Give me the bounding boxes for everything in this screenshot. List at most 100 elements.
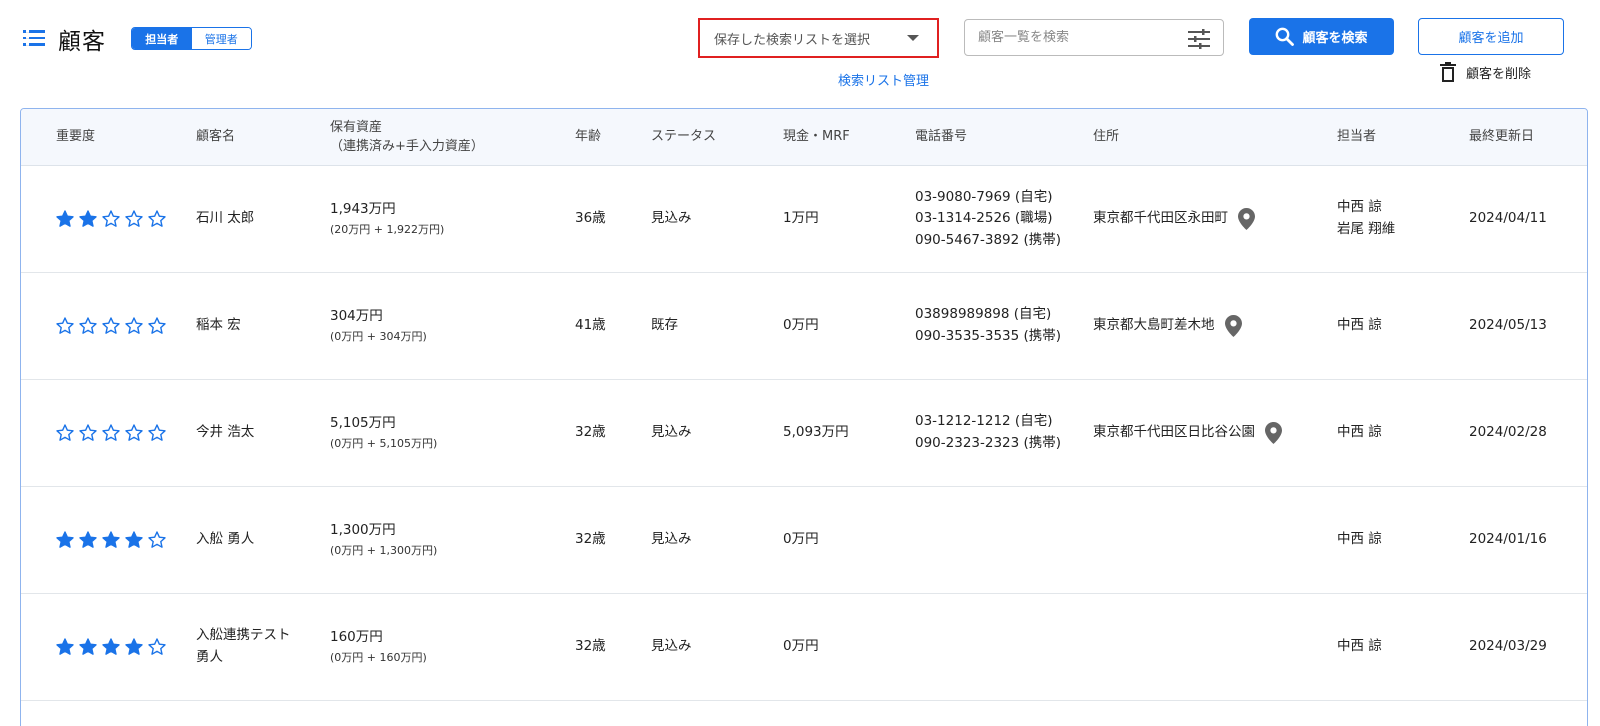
star-outline-icon[interactable] (79, 317, 97, 335)
updated-date-cell: 2024/01/16 (1469, 531, 1547, 548)
star-filled-icon[interactable] (102, 531, 120, 549)
table-row[interactable]: 入舩連携テスト 勇人 160万円 (0万円 + 160万円) 32歳 見込み 0… (21, 594, 1587, 701)
customer-name[interactable]: 今井 浩太 (196, 422, 304, 444)
star-outline-icon[interactable] (56, 317, 74, 335)
menu-list-icon[interactable] (23, 30, 45, 46)
star-outline-icon[interactable] (148, 531, 166, 549)
star-outline-icon[interactable] (148, 638, 166, 656)
cash-cell: 0万円 (783, 317, 819, 334)
assets-cell: 5,105万円 (0万円 + 5,105万円) (330, 380, 437, 486)
table-row[interactable]: 稲本 宏 304万円 (0万円 + 304万円) 41歳 既存 0万円 0389… (21, 273, 1587, 380)
staff-cell: 中西 諒 (1337, 273, 1382, 379)
age-cell: 41歳 (575, 317, 606, 334)
star-outline-icon[interactable] (56, 424, 74, 442)
cash-cell: 5,093万円 (783, 424, 849, 441)
star-outline-icon[interactable] (125, 210, 143, 228)
updated-date-cell: 2024/03/29 (1469, 638, 1547, 655)
importance-stars[interactable] (56, 317, 166, 335)
cash-cell: 0万円 (783, 638, 819, 655)
column-header-age[interactable]: 年齢 (575, 109, 601, 166)
column-header-staff[interactable]: 担当者 (1337, 109, 1376, 166)
table-row[interactable]: 今井 浩太 5,105万円 (0万円 + 5,105万円) 32歳 見込み 5,… (21, 380, 1587, 487)
customer-name[interactable]: 石川 太郎 (196, 208, 304, 230)
search-customer-label: 顧客を検索 (1302, 31, 1368, 46)
search-customer-button[interactable]: 顧客を検索 (1249, 18, 1394, 55)
search-list-manage-link[interactable]: 検索リスト管理 (838, 70, 929, 89)
importance-stars[interactable] (56, 531, 166, 549)
column-header-phone[interactable]: 電話番号 (915, 109, 967, 166)
star-outline-icon[interactable] (125, 424, 143, 442)
age-cell: 32歳 (575, 424, 606, 441)
role-option-admin[interactable]: 管理者 (191, 28, 251, 49)
column-header-name[interactable]: 顧客名 (196, 109, 235, 166)
importance-stars[interactable] (56, 424, 166, 442)
star-filled-icon[interactable] (79, 638, 97, 656)
map-pin-icon[interactable] (1265, 422, 1282, 444)
star-outline-icon[interactable] (125, 317, 143, 335)
column-header-importance[interactable]: 重要度 (56, 109, 95, 166)
staff-cell: 中西 諒 (1337, 594, 1382, 700)
role-option-staff[interactable]: 担当者 (132, 28, 192, 49)
delete-customer-label: 顧客を削除 (1466, 66, 1532, 82)
star-outline-icon[interactable] (102, 317, 120, 335)
age-cell: 36歳 (575, 210, 606, 227)
staff-cell: 中西 諒 (1337, 487, 1382, 593)
star-outline-icon[interactable] (102, 210, 120, 228)
address-cell: 東京都千代田区永田町 (1093, 166, 1255, 272)
column-header-assets[interactable]: 保有資産 （連携済み+手入力資産） (330, 109, 484, 166)
status-cell: 見込み (651, 638, 692, 655)
phone-number: 090-3535-3535 (携帯) (915, 328, 1062, 344)
age-cell: 32歳 (575, 531, 606, 548)
saved-search-list-select[interactable]: 保存した検索リストを選択 (698, 18, 939, 58)
map-pin-icon[interactable] (1238, 208, 1255, 230)
staff-name: 中西 諒 (1337, 199, 1382, 216)
staff-name: 中西 諒 (1337, 317, 1382, 334)
dropdown-caret-icon (907, 35, 919, 41)
customer-name[interactable]: 入舩 勇人 (196, 529, 304, 551)
star-filled-icon[interactable] (102, 638, 120, 656)
name-cell: 入舩連携テスト 勇人 (196, 594, 304, 700)
column-header-status[interactable]: ステータス (651, 109, 716, 166)
star-filled-icon[interactable] (125, 531, 143, 549)
table-row[interactable]: 石川 太郎 1,943万円 (20万円 + 1,922万円) 36歳 見込み 1… (21, 166, 1587, 273)
star-filled-icon[interactable] (125, 638, 143, 656)
star-filled-icon[interactable] (56, 531, 74, 549)
importance-stars[interactable] (56, 210, 166, 228)
add-customer-button[interactable]: 顧客を追加 (1418, 18, 1564, 55)
map-pin-icon[interactable] (1224, 315, 1242, 337)
assets-total: 5,105万円 (330, 415, 396, 432)
assets-cell: 1,300万円 (0万円 + 1,300万円) (330, 487, 437, 593)
importance-cell (56, 487, 166, 593)
customer-name[interactable]: 入舩連携テスト (196, 625, 304, 647)
address-cell: 東京都千代田区日比谷公園 (1093, 380, 1282, 486)
staff-name: 中西 諒 (1337, 424, 1382, 441)
customer-search-input[interactable] (978, 30, 1178, 45)
table-row[interactable]: 入舩 勇人 1,300万円 (0万円 + 1,300万円) 32歳 見込み 0万… (21, 487, 1587, 594)
staff-name: 岩尾 翔維 (1337, 221, 1396, 237)
column-header-updated[interactable]: 最終更新日 (1469, 109, 1534, 166)
importance-stars[interactable] (56, 638, 166, 656)
assets-total: 160万円 (330, 629, 383, 646)
delete-customer-button[interactable]: 顧客を削除 (1440, 60, 1531, 84)
customer-name[interactable]: 稲本 宏 (196, 315, 304, 337)
phone-number: 03-1212-1212 (自宅) (915, 413, 1053, 430)
column-header-address[interactable]: 住所 (1093, 109, 1119, 166)
customer-search-box[interactable] (964, 19, 1224, 56)
star-outline-icon[interactable] (79, 424, 97, 442)
star-filled-icon[interactable] (56, 210, 74, 228)
star-outline-icon[interactable] (148, 210, 166, 228)
phone-number: 03-9080-7969 (自宅) (915, 188, 1053, 205)
star-filled-icon[interactable] (79, 210, 97, 228)
star-filled-icon[interactable] (79, 531, 97, 549)
address-text: 東京都千代田区日比谷公園 (1093, 424, 1255, 441)
role-toggle[interactable]: 担当者 管理者 (131, 27, 252, 50)
star-outline-icon[interactable] (102, 424, 120, 442)
star-filled-icon[interactable] (56, 638, 74, 656)
table-header: 重要度 顧客名 保有資産 （連携済み+手入力資産） 年齢 ステータス 現金・MR… (21, 109, 1587, 166)
filter-settings-icon[interactable] (1187, 29, 1211, 49)
address-text: 東京都千代田区永田町 (1093, 210, 1228, 227)
status-cell: 見込み (651, 531, 692, 548)
star-outline-icon[interactable] (148, 424, 166, 442)
star-outline-icon[interactable] (148, 317, 166, 335)
column-header-cash[interactable]: 現金・MRF (783, 109, 850, 166)
